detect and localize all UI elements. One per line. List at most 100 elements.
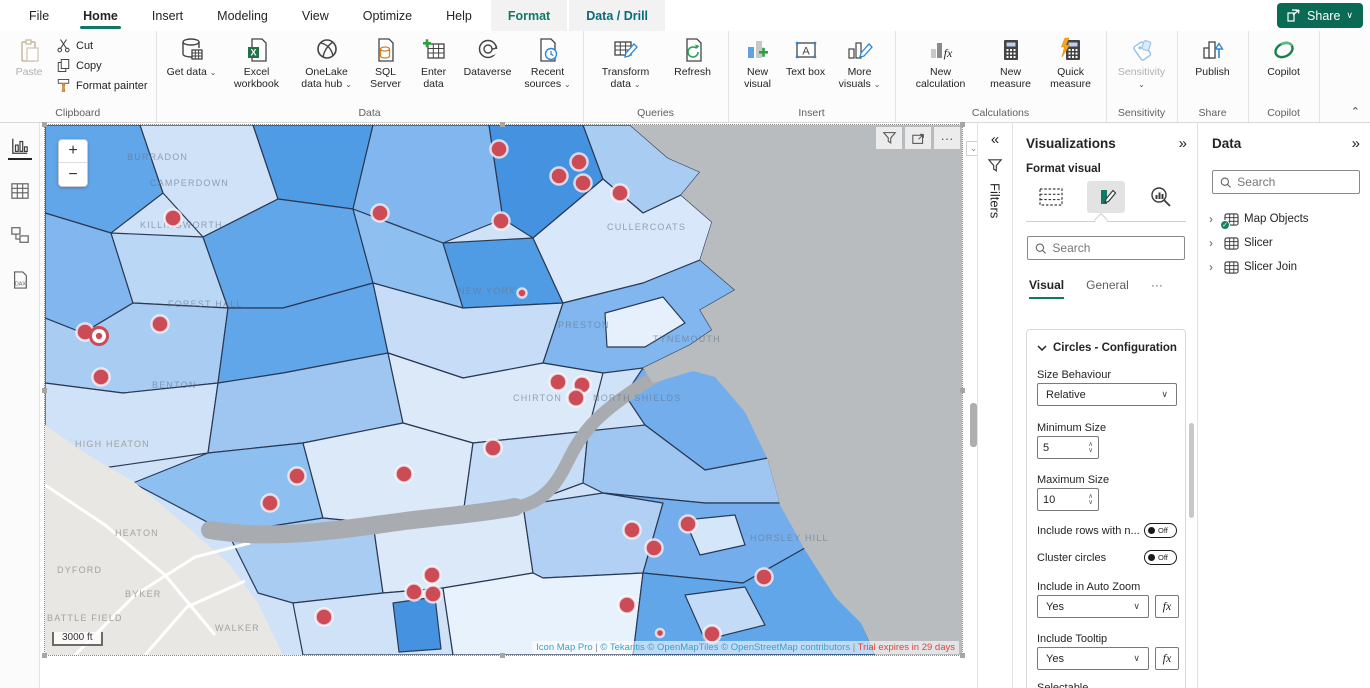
enter-data-button[interactable]: Enter data xyxy=(411,33,457,91)
svg-text:BENTON: BENTON xyxy=(152,380,197,390)
zoom-out-button[interactable]: − xyxy=(59,163,87,186)
svg-text:WALKER: WALKER xyxy=(215,623,260,633)
table-name: Slicer xyxy=(1244,237,1273,249)
menu-tab-data-drill[interactable]: Data / Drill xyxy=(569,0,665,31)
sql-server-button[interactable]: SQL Server xyxy=(363,33,409,91)
sensitivity-button[interactable]: Sensitivity⌄ xyxy=(1113,33,1171,91)
include-tooltip-dropdown[interactable]: Yes∨ xyxy=(1037,647,1149,670)
text-box-button[interactable]: A Text box xyxy=(783,33,829,78)
format-search-box[interactable] xyxy=(1027,236,1185,260)
new-measure-button[interactable]: New measure xyxy=(982,33,1040,91)
stepper-down-icon[interactable]: ∨ xyxy=(1088,500,1093,506)
format-painter-button[interactable]: Format painter xyxy=(54,77,150,94)
expand-chevron-icon[interactable]: › xyxy=(1209,212,1219,226)
recent-sources-button[interactable]: Recent sources ⌄ xyxy=(519,33,577,91)
collapse-data-chevron-icon[interactable]: » xyxy=(1352,135,1360,152)
table-row-map-objects[interactable]: › ✓ Map Objects xyxy=(1209,207,1364,231)
menu-tab-home[interactable]: Home xyxy=(66,0,135,31)
filters-pane-collapsed: « Filters xyxy=(977,123,1013,688)
refresh-button[interactable]: Refresh xyxy=(664,33,722,78)
cut-button[interactable]: Cut xyxy=(54,37,150,54)
data-search-input[interactable] xyxy=(1237,175,1352,189)
quick-measure-button[interactable]: Quick measure xyxy=(1042,33,1100,91)
auto-zoom-label: Include in Auto Zoom xyxy=(1037,581,1140,593)
table-view-button[interactable] xyxy=(8,182,32,203)
copilot-button[interactable]: Copilot xyxy=(1255,33,1313,78)
ribbon-group-queries: Transform data ⌄ Refresh Queries xyxy=(584,31,729,122)
new-calculation-button[interactable]: fx New calculation xyxy=(902,33,980,91)
menu-tab-insert[interactable]: Insert xyxy=(135,0,200,31)
map-visual[interactable]: BURRADONCAMPERDOWNKILLINGWORTHFOREST HAL… xyxy=(44,124,963,656)
table-row-slicer-join[interactable]: › Slicer Join xyxy=(1209,255,1364,279)
data-search-box[interactable] xyxy=(1212,170,1360,194)
choropleth-map[interactable]: BURRADONCAMPERDOWNKILLINGWORTHFOREST HAL… xyxy=(45,125,962,655)
size-behaviour-dropdown[interactable]: Relative∨ xyxy=(1037,383,1177,406)
dataverse-button[interactable]: Dataverse xyxy=(459,33,517,78)
auto-zoom-fx-button[interactable]: fx xyxy=(1155,595,1179,618)
model-view-button[interactable] xyxy=(8,225,32,248)
menu-tab-format[interactable]: Format xyxy=(491,0,567,31)
zoom-in-button[interactable]: + xyxy=(59,140,87,163)
tab-general[interactable]: General xyxy=(1086,278,1129,299)
resize-handle[interactable] xyxy=(960,388,965,393)
tabs-more-options[interactable]: ··· xyxy=(1151,278,1163,299)
focus-mode-button[interactable] xyxy=(905,127,931,149)
copy-button[interactable]: Copy xyxy=(54,57,150,74)
pane-scrollbar-thumb[interactable] xyxy=(1189,423,1194,518)
dax-query-view-button[interactable]: DAX xyxy=(8,270,32,293)
filter-funnel-icon xyxy=(882,131,897,145)
excel-workbook-button[interactable]: X Excel workbook xyxy=(223,33,291,91)
stepper-down-icon[interactable]: ∨ xyxy=(1088,448,1093,454)
transform-data-button[interactable]: Transform data ⌄ xyxy=(590,33,662,91)
report-view-button[interactable] xyxy=(8,137,32,160)
format-search-input[interactable] xyxy=(1052,241,1177,255)
share-button[interactable]: Share ∨ xyxy=(1277,3,1363,28)
paste-button[interactable]: Paste xyxy=(6,33,52,78)
new-visual-button[interactable]: New visual xyxy=(735,33,781,91)
attribution-link[interactable]: © OpenMapTiles xyxy=(647,642,718,653)
expand-chevron-icon[interactable]: › xyxy=(1209,260,1219,274)
build-visual-tab[interactable] xyxy=(1032,181,1070,213)
auto-zoom-dropdown[interactable]: Yes∨ xyxy=(1037,595,1149,618)
minimum-size-stepper[interactable]: 5 ∧∨ xyxy=(1037,436,1099,459)
get-data-button[interactable]: Get data ⌄ xyxy=(163,33,221,78)
resize-handle[interactable] xyxy=(42,653,47,658)
circles-configuration-header[interactable]: Circles - Configuration xyxy=(1037,342,1177,354)
data-pane: Data » › ✓ Map Objects › Slicer xyxy=(1199,123,1370,688)
publish-button[interactable]: Publish xyxy=(1184,33,1242,78)
expand-filters-chevron-icon[interactable]: « xyxy=(991,131,999,148)
ribbon: Paste Cut Copy Format painter xyxy=(0,31,1370,123)
menu-tab-modeling[interactable]: Modeling xyxy=(200,0,285,31)
maximum-size-stepper[interactable]: 10 ∧∨ xyxy=(1037,488,1099,511)
cluster-circles-toggle[interactable]: Off xyxy=(1144,550,1177,565)
more-visuals-button[interactable]: More visuals ⌄ xyxy=(831,33,889,91)
resize-handle[interactable] xyxy=(42,122,47,127)
tab-visual[interactable]: Visual xyxy=(1029,278,1064,299)
table-row-slicer[interactable]: › Slicer xyxy=(1209,231,1364,255)
onelake-data-hub-button[interactable]: OneLake data hub ⌄ xyxy=(293,33,361,91)
resize-handle[interactable] xyxy=(500,653,505,658)
resize-handle[interactable] xyxy=(960,122,965,127)
report-canvas[interactable]: BURRADONCAMPERDOWNKILLINGWORTHFOREST HAL… xyxy=(40,123,977,688)
expand-chevron-icon[interactable]: › xyxy=(1209,236,1219,250)
menu-tab-file[interactable]: File xyxy=(12,0,66,31)
menu-tab-help[interactable]: Help xyxy=(429,0,489,31)
resize-handle[interactable] xyxy=(500,122,505,127)
format-visual-tab[interactable] xyxy=(1087,181,1125,213)
collapse-ribbon-chevron-icon[interactable]: ⌃ xyxy=(1351,105,1360,118)
attribution-link[interactable]: © OpenStreetMap contributors xyxy=(721,642,850,653)
include-tooltip-fx-button[interactable]: fx xyxy=(1155,647,1179,670)
analytics-tab[interactable] xyxy=(1142,181,1180,213)
resize-handle[interactable] xyxy=(960,653,965,658)
copilot-icon xyxy=(1270,37,1298,65)
menu-tab-view[interactable]: View xyxy=(285,0,346,31)
focus-mode-icon xyxy=(911,132,926,145)
include-rows-toggle[interactable]: Off xyxy=(1144,523,1177,538)
collapse-visualizations-chevron-icon[interactable]: » xyxy=(1179,135,1187,152)
menu-tab-optimize[interactable]: Optimize xyxy=(346,0,429,31)
resize-handle[interactable] xyxy=(42,388,47,393)
visual-filter-button[interactable] xyxy=(876,127,902,149)
scrollbar-thumb[interactable] xyxy=(970,403,977,447)
attribution-link[interactable]: © Tekantis xyxy=(600,642,644,653)
more-options-button[interactable]: ··· xyxy=(934,127,960,149)
